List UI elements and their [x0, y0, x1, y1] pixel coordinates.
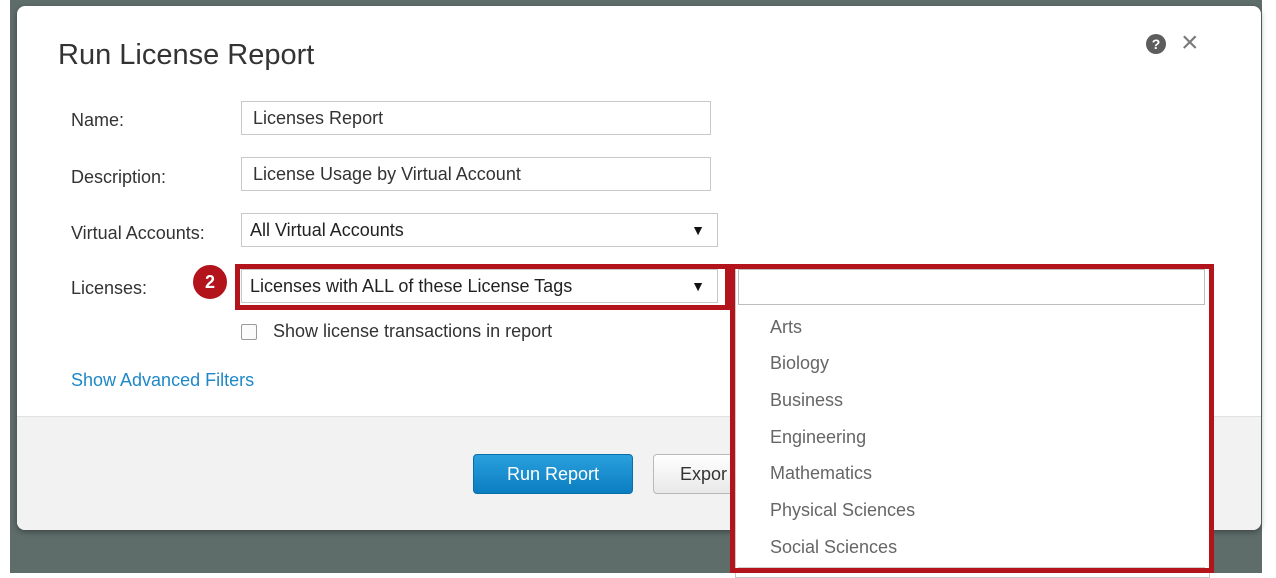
tag-option-engineering[interactable]: Engineering: [770, 427, 866, 448]
virtual-accounts-label: Virtual Accounts:: [71, 223, 205, 243]
show-advanced-filters-link[interactable]: Show Advanced Filters: [71, 370, 254, 391]
show-transactions-checkbox[interactable]: [241, 324, 257, 340]
tag-option-physical-sciences[interactable]: Physical Sciences: [770, 500, 915, 521]
tag-option-biology[interactable]: Biology: [770, 353, 829, 374]
licenses-value: Licenses with ALL of these License Tags: [250, 276, 573, 296]
license-tags-search-input[interactable]: [738, 269, 1205, 305]
tag-option-business[interactable]: Business: [770, 390, 843, 411]
chevron-down-icon: ▼: [691, 278, 705, 294]
show-transactions-label: Show license transactions in report: [273, 321, 553, 341]
description-input[interactable]: [241, 157, 711, 191]
name-input[interactable]: [241, 101, 711, 135]
description-label: Description:: [71, 167, 167, 187]
licenses-select[interactable]: Licenses with ALL of these License Tags …: [241, 269, 718, 303]
tag-option-mathematics[interactable]: Mathematics: [770, 463, 872, 484]
dialog-title: Run License Report: [58, 39, 315, 71]
licenses-label: Licenses:: [71, 278, 148, 298]
dropdown-divider: [738, 567, 1205, 568]
tag-option-arts[interactable]: Arts: [770, 317, 802, 338]
name-label: Name:: [71, 110, 125, 130]
tag-option-social-sciences[interactable]: Social Sciences: [770, 537, 897, 558]
close-icon[interactable]: ×: [1181, 28, 1199, 58]
run-report-button[interactable]: Run Report: [473, 454, 633, 494]
virtual-accounts-value: All Virtual Accounts: [250, 220, 404, 240]
virtual-accounts-select[interactable]: All Virtual Accounts ▼: [241, 213, 718, 247]
help-icon[interactable]: ?: [1146, 34, 1166, 54]
step-number-badge: 2: [191, 263, 229, 301]
chevron-down-icon: ▼: [691, 222, 705, 238]
license-tags-dropdown: Arts Biology Business Engineering Mathem…: [735, 266, 1210, 578]
